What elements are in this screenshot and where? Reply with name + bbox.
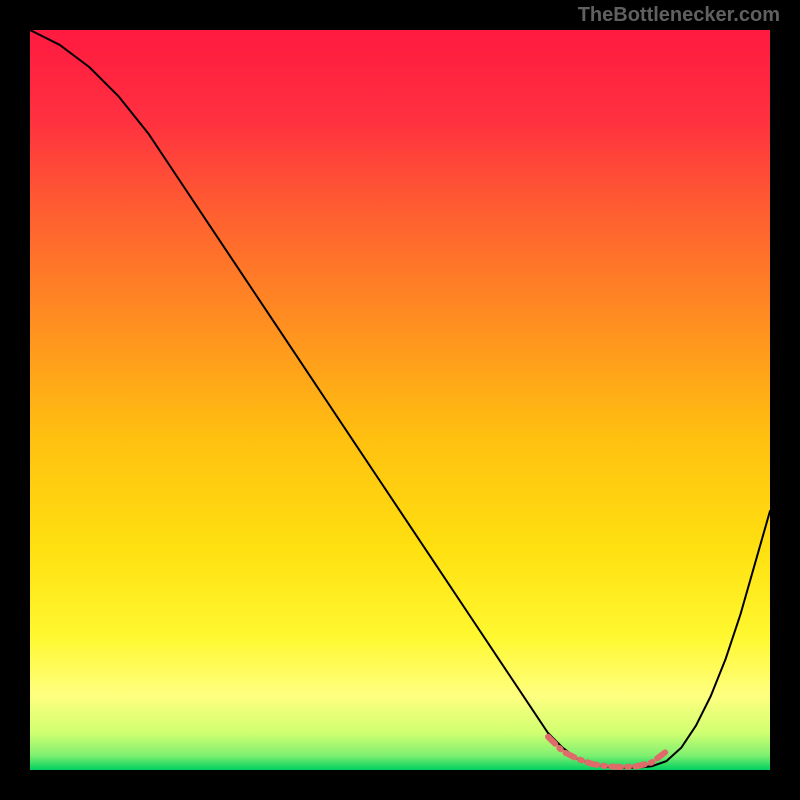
watermark-text: TheBottlenecker.com — [578, 4, 780, 27]
chart-background — [30, 30, 770, 770]
chart-plot-area — [30, 30, 770, 770]
bottleneck-chart — [30, 30, 770, 770]
